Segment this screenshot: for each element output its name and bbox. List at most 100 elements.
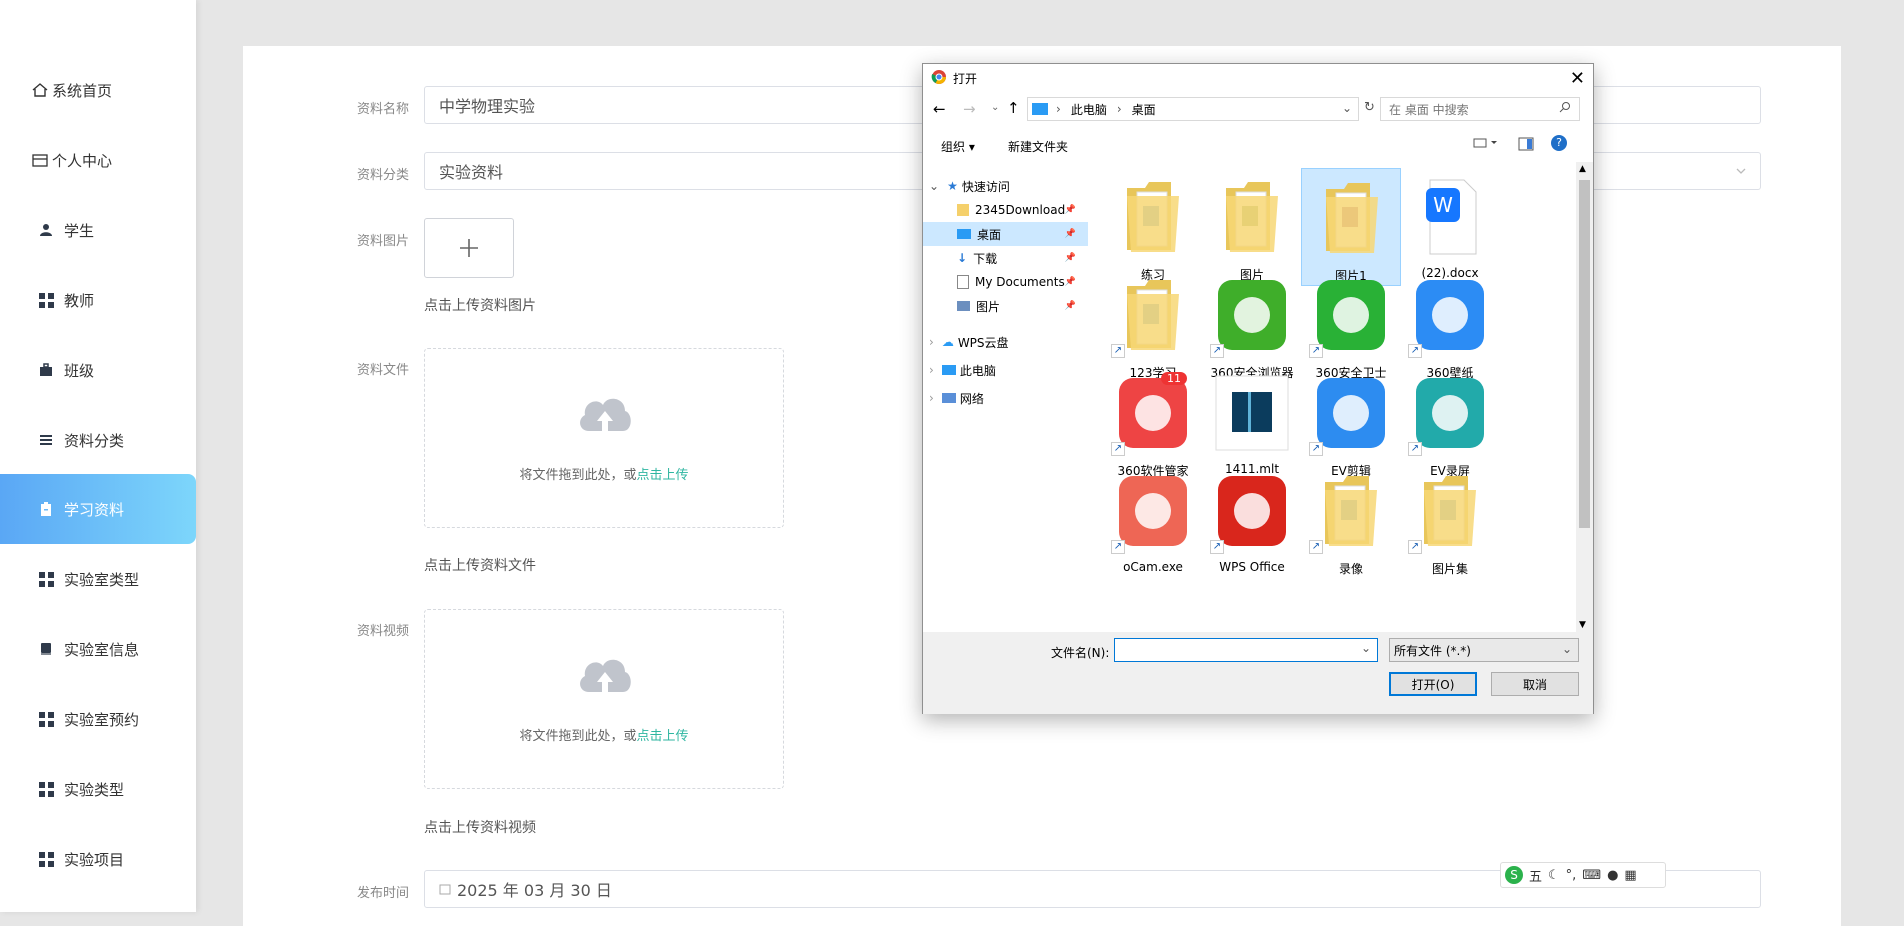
expand-chevron-icon[interactable]: ›	[929, 335, 934, 349]
file-item[interactable]: ↗ WPS Office	[1202, 462, 1302, 580]
filename-input[interactable]: ⌄	[1114, 638, 1378, 662]
nav-label: 下载	[973, 251, 998, 266]
file-hint: 点击上传资料文件	[424, 558, 536, 574]
sidebar-item-label: 实验项目	[64, 850, 125, 869]
sidebar-item-label: 实验室预约	[64, 710, 140, 729]
sidebar-item-label: 实验室信息	[64, 640, 140, 659]
open-file-dialog: 打开 ✕ ← → ⌄ ↑ › 此电脑 › 桌面 ⌄ ↻ 在 桌面 中搜索 组织 …	[922, 63, 1594, 714]
user-icon	[36, 220, 56, 240]
keyboard-icon[interactable]: ⌨	[1582, 868, 1601, 883]
ime-toolbar[interactable]: S 五 ☾ °, ⌨ ● ▦	[1500, 862, 1666, 888]
file-item[interactable]: ↗ 图片集	[1400, 462, 1493, 580]
dialog-toolbar: 组织 ▾ 新建文件夹 ?	[923, 128, 1593, 163]
forward-arrow-icon[interactable]: →	[963, 100, 976, 118]
back-arrow-icon[interactable]: ←	[933, 100, 946, 118]
nav-2345download[interactable]: 2345Download 📌	[923, 198, 1088, 222]
breadcrumb-desktop[interactable]: 桌面	[1132, 101, 1156, 118]
up-arrow-icon[interactable]: ↑	[1007, 99, 1020, 117]
expand-chevron-icon[interactable]: ›	[929, 391, 934, 405]
time-label: 发布时间	[357, 886, 410, 901]
file-item[interactable]: ↗ 录像	[1301, 462, 1401, 580]
close-icon[interactable]: ✕	[1570, 68, 1585, 89]
home-icon	[30, 80, 50, 100]
preview-pane-icon[interactable]	[1518, 137, 1534, 154]
nav-pictures[interactable]: 图片 📌	[923, 294, 1088, 318]
shortcut-arrow-icon: ↗	[1111, 344, 1125, 358]
evrecord-icon	[1410, 372, 1490, 454]
refresh-icon[interactable]: ↻	[1364, 100, 1375, 115]
folder-icon	[1113, 274, 1193, 356]
new-folder-button[interactable]: 新建文件夹	[1008, 138, 1068, 155]
svg-text:W: W	[1433, 193, 1453, 217]
moon-icon[interactable]: ☾	[1548, 868, 1560, 883]
file-item[interactable]: ↗ oCam.exe	[1103, 462, 1203, 580]
nav-wps-cloud[interactable]: › ☁ WPS云盘	[923, 330, 1088, 354]
nav-my-documents[interactable]: My Documents 📌	[923, 270, 1088, 294]
punctuation-icon[interactable]: °,	[1566, 868, 1577, 883]
video-label: 资料视频	[357, 624, 410, 639]
nav-downloads[interactable]: ↓ 下载 📌	[923, 246, 1088, 270]
scrollbar-thumb[interactable]	[1579, 180, 1590, 528]
address-box[interactable]: › 此电脑 › 桌面 ⌄	[1027, 97, 1359, 121]
expand-chevron-icon[interactable]: ⌄	[929, 179, 939, 193]
nav-quick-access[interactable]: ⌄ ★ 快速访问	[923, 174, 1088, 198]
open-button[interactable]: 打开(O)	[1389, 672, 1477, 696]
file-dropzone[interactable]: 将文件拖到此处，或点击上传	[424, 348, 784, 528]
sidebar-item-teachers[interactable]: 教师	[0, 265, 196, 335]
sidebar-item-lab-type[interactable]: 实验室类型	[0, 544, 196, 614]
sidebar-item-label: 系统首页	[52, 81, 113, 100]
notification-badge: 11	[1161, 372, 1187, 385]
sidebar-item-profile[interactable]: 个人中心	[0, 125, 196, 195]
shortcut-arrow-icon: ↗	[1210, 344, 1224, 358]
scroll-up-icon[interactable]: ▲	[1579, 164, 1586, 174]
image-upload-button[interactable]	[424, 218, 514, 278]
grid-icon	[36, 290, 56, 310]
sidebar-item-label: 资料分类	[64, 431, 125, 450]
help-icon[interactable]: ?	[1551, 135, 1567, 151]
list-icon	[36, 430, 56, 450]
user-icon[interactable]: ●	[1607, 868, 1618, 883]
cloud-upload-icon	[580, 398, 631, 431]
expand-chevron-icon[interactable]: ›	[929, 363, 934, 377]
file-upload-link[interactable]: 点击上传	[637, 468, 689, 483]
recent-chevron-icon[interactable]: ⌄	[991, 102, 999, 113]
ime-mode[interactable]: 五	[1529, 866, 1542, 885]
chevron-down-icon[interactable]: ⌄	[1342, 101, 1352, 115]
sogou-logo-icon: S	[1505, 866, 1523, 884]
sidebar-item-study-material[interactable]: 学习资料	[0, 474, 196, 544]
desktop-icon	[957, 229, 971, 239]
organize-button[interactable]: 组织 ▾	[941, 138, 975, 155]
video-upload-link[interactable]: 点击上传	[637, 729, 689, 744]
search-input[interactable]: 在 桌面 中搜索	[1380, 97, 1580, 121]
shortcut-arrow-icon: ↗	[1309, 540, 1323, 554]
breadcrumb-this-pc[interactable]: 此电脑	[1071, 101, 1107, 118]
file-drop-text: 将文件拖到此处，或点击上传	[519, 468, 689, 483]
shortcut-arrow-icon: ↗	[1111, 540, 1125, 554]
sidebar-item-material-category[interactable]: 资料分类	[0, 405, 196, 475]
nav-desktop[interactable]: 桌面 📌	[923, 222, 1088, 246]
cancel-button[interactable]: 取消	[1491, 672, 1579, 696]
sidebar-item-experiment-project[interactable]: 实验项目	[0, 824, 196, 894]
sidebar-item-lab-booking[interactable]: 实验室预约	[0, 684, 196, 754]
network-icon	[941, 393, 956, 403]
sidebar-item-classes[interactable]: 班级	[0, 335, 196, 405]
sidebar-item-lab-info[interactable]: 实验室信息	[0, 614, 196, 684]
scroll-down-icon[interactable]: ▼	[1579, 620, 1586, 630]
sidebar-item-home[interactable]: 系统首页	[0, 55, 196, 125]
file-type-filter[interactable]: 所有文件 (*.*) ⌄	[1389, 638, 1579, 662]
chevron-down-icon[interactable]: ⌄	[1361, 641, 1371, 655]
video-dropzone[interactable]: 将文件拖到此处，或点击上传	[424, 609, 784, 789]
grid-icon	[36, 849, 56, 869]
nav-this-pc[interactable]: › 此电脑	[923, 358, 1088, 382]
sidebar-item-label: 班级	[64, 361, 95, 380]
wps-icon	[1212, 470, 1292, 552]
briefcase-icon	[36, 360, 56, 380]
sidebar-item-students[interactable]: 学生	[0, 195, 196, 265]
sidebar-item-experiment-type[interactable]: 实验类型	[0, 754, 196, 824]
file-list-scrollbar[interactable]: ▲ ▼	[1576, 162, 1593, 632]
chevron-down-icon	[1734, 163, 1748, 182]
apps-icon[interactable]: ▦	[1624, 868, 1636, 883]
search-icon	[1559, 101, 1571, 116]
view-options-icon[interactable]	[1473, 137, 1499, 152]
nav-network[interactable]: › 网络	[923, 386, 1088, 410]
